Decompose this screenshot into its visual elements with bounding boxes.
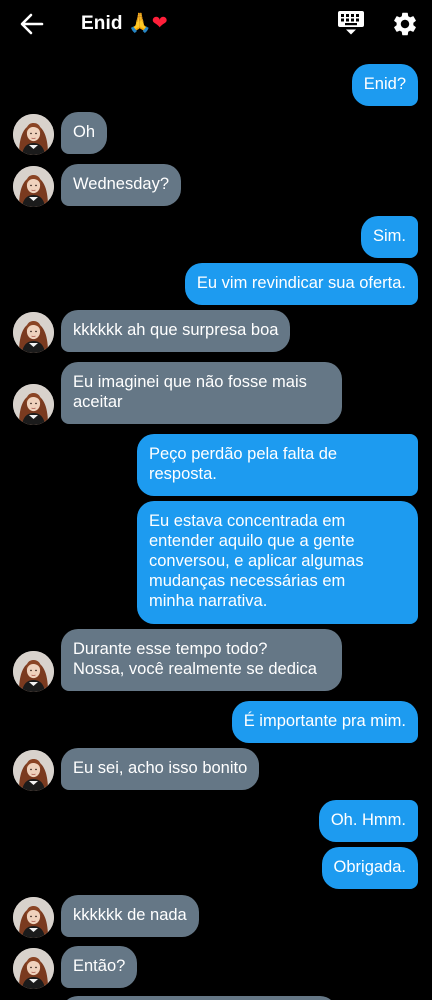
avatar[interactable] [13,312,54,353]
message-text: kkkkkk de nada [73,906,187,924]
message-bubble-incoming[interactable]: Durante esse tempo todo? Nossa, você rea… [61,629,342,691]
contact-name: Enid [81,13,123,34]
message-bubble-incoming-partial[interactable] [61,996,337,1000]
message-bubble-outgoing[interactable]: Peço perdão pela falta de resposta. [137,434,418,496]
gear-icon [394,12,416,36]
keyboard-button[interactable] [337,10,365,36]
message-bubble-outgoing[interactable]: É importante pra mim. [231,701,418,743]
message-text: Obrigada. [333,858,406,876]
avatar[interactable] [13,384,54,425]
message-bubble-incoming[interactable]: kkkkkk de nada [61,895,199,937]
avatar[interactable] [13,166,54,207]
heart-icon: ❤ [151,13,168,34]
message-text: É importante pra mim. [243,712,406,730]
message-text: kkkkkk ah que surpresa boa [73,321,279,339]
avatar[interactable] [13,114,54,155]
praying-hands-icon: 🙏 [127,12,152,34]
contact-title[interactable]: Enid 🙏❤ [81,11,168,35]
chat-header: Enid 🙏❤ [0,0,432,48]
message-text: Sim. [373,227,406,245]
arrow-left-icon [20,13,44,35]
message-text: Oh [73,123,96,141]
message-bubble-incoming[interactable]: Oh [61,112,108,154]
message-bubble-incoming[interactable]: Eu imaginei que não fosse mais aceitar [61,362,342,424]
message-text: Eu sei, acho isso bonito [73,759,248,777]
avatar[interactable] [13,651,54,692]
avatar[interactable] [13,750,54,791]
message-bubble-incoming[interactable]: Wednesday? [61,164,182,206]
settings-button[interactable] [391,10,419,38]
message-bubble-outgoing[interactable]: Sim. [361,216,418,258]
message-text: Oh. Hmm. [330,811,406,829]
message-text: Wednesday? [73,175,170,193]
keyboard-icon [338,11,364,35]
message-text: Eu estava concentrada em entender aquilo… [149,512,364,610]
message-text: Então? [73,957,126,975]
message-text: Enid? [363,75,406,93]
message-text: Eu vim revindicar sua oferta. [196,274,406,292]
message-bubble-outgoing[interactable]: Oh. Hmm. [318,800,418,842]
avatar[interactable] [13,948,54,989]
avatar[interactable] [13,897,54,938]
message-bubble-incoming[interactable]: Eu sei, acho isso bonito [61,748,260,790]
message-bubble-incoming[interactable]: kkkkkk ah que surpresa boa [61,310,291,352]
chat-screen: Enid 🙏❤ Enid? Oh Wednesday? Sim. Eu vim … [0,0,432,1000]
message-bubble-outgoing[interactable]: Obrigada. [321,847,418,889]
message-bubble-outgoing[interactable]: Enid? [351,64,418,106]
message-text: Eu imaginei que não fosse mais aceitar [73,373,307,411]
back-button[interactable] [16,10,46,38]
message-text: Peço perdão pela falta de resposta. [149,445,338,483]
message-bubble-incoming[interactable]: Então? [61,946,138,988]
message-text: Durante esse tempo todo? Nossa, você rea… [73,640,317,678]
message-bubble-outgoing[interactable]: Eu vim revindicar sua oferta. [184,263,418,305]
message-bubble-outgoing[interactable]: Eu estava concentrada em entender aquilo… [137,501,418,624]
